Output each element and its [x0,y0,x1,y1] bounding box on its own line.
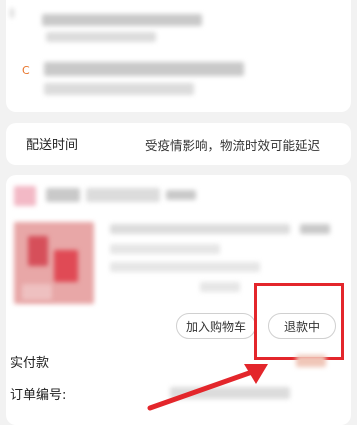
paid-amount-value [296,355,326,367]
shop-name[interactable] [166,190,196,200]
shop-logo[interactable] [14,186,36,206]
order-number-label: 订单编号: [10,388,67,403]
highlight-box [254,283,344,360]
blurred-address-line [46,32,156,42]
blurred-address-line [10,8,14,18]
blurred-address-line [42,14,202,26]
delivery-time-label: 配送时间 [26,138,79,153]
product-spec [110,262,260,272]
product-image [54,250,78,282]
product-image [22,284,52,300]
blurred-recipient [44,62,244,76]
paid-amount-label: 实付款 [10,356,50,371]
product-title[interactable] [110,224,290,234]
delivery-time-note: 受疫情影响，物流时效可能延迟 [145,138,321,153]
shop-name[interactable] [86,188,160,202]
address-card[interactable] [6,0,351,112]
product-image [28,236,48,266]
location-icon: C [22,64,30,77]
product-spec [200,282,240,292]
annotation-arrow-icon [147,364,268,411]
shop-name[interactable] [46,188,80,202]
add-to-cart-button[interactable]: 加入购物车 [176,313,256,339]
product-price [300,224,330,234]
product-spec [110,244,220,254]
blurred-recipient [44,83,194,95]
